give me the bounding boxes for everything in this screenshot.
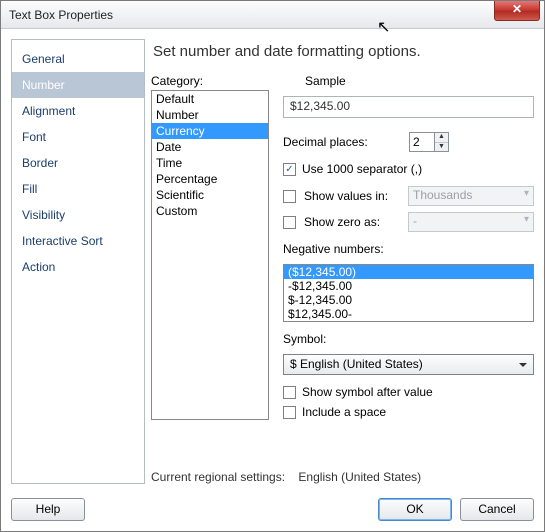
nav-item-alignment[interactable]: Alignment xyxy=(12,98,144,124)
nav-item-font[interactable]: Font xyxy=(12,124,144,150)
show-zero-label: Show zero as: xyxy=(304,215,400,229)
dialog-window: Text Box Properties ✕ ↖ General Number A… xyxy=(0,0,545,532)
options-column: Sample $12,345.00 Decimal places: ▲▼ ✓ U… xyxy=(279,74,534,460)
number-panel: Set number and date formatting options. … xyxy=(151,39,534,484)
nav-item-general[interactable]: General xyxy=(12,46,144,72)
nav-item-border[interactable]: Border xyxy=(12,150,144,176)
regional-row: Current regional settings: English (Unit… xyxy=(151,470,534,484)
include-space-label: Include a space xyxy=(302,405,386,419)
show-zero-select: - xyxy=(408,212,534,232)
show-values-select: Thousands xyxy=(408,186,534,206)
nav-item-interactive-sort[interactable]: Interactive Sort xyxy=(12,228,144,254)
sample-box: $12,345.00 xyxy=(283,96,534,118)
dialog-body: General Number Alignment Font Border Fil… xyxy=(1,29,544,492)
category-listbox[interactable]: Default Number Currency Date Time Percen… xyxy=(151,90,269,420)
ok-button[interactable]: OK xyxy=(378,498,452,521)
show-values-checkbox[interactable] xyxy=(283,190,296,203)
negative-item[interactable]: -$12,345.00 xyxy=(284,279,533,293)
category-column: Category: Default Number Currency Date T… xyxy=(151,74,269,460)
dialog-footer: Help OK Cancel xyxy=(1,492,544,531)
category-item[interactable]: Number xyxy=(152,107,268,123)
category-label: Category: xyxy=(151,74,269,88)
close-button[interactable]: ✕ xyxy=(494,1,540,21)
category-item[interactable]: Scientific xyxy=(152,187,268,203)
include-space-checkbox[interactable] xyxy=(283,406,296,419)
regional-value: English (United States) xyxy=(298,470,421,484)
spinner-buttons[interactable]: ▲▼ xyxy=(435,132,449,152)
symbol-combobox[interactable]: $ English (United States) xyxy=(283,354,534,375)
nav-item-action[interactable]: Action xyxy=(12,254,144,280)
show-values-label: Show values in: xyxy=(304,189,400,203)
help-button[interactable]: Help xyxy=(11,498,85,521)
nav-item-fill[interactable]: Fill xyxy=(12,176,144,202)
symbol-label: Symbol: xyxy=(283,332,534,346)
show-symbol-after-label: Show symbol after value xyxy=(302,385,433,399)
category-item[interactable]: Date xyxy=(152,139,268,155)
nav-item-number[interactable]: Number xyxy=(12,72,144,98)
use-1000-label: Use 1000 separator (,) xyxy=(302,162,422,176)
show-symbol-after-checkbox[interactable] xyxy=(283,386,296,399)
title-bar: Text Box Properties ✕ xyxy=(1,1,544,29)
negative-label: Negative numbers: xyxy=(283,242,534,256)
category-item[interactable]: Percentage xyxy=(152,171,268,187)
negative-item[interactable]: ($12,345.00) xyxy=(284,265,533,279)
category-item[interactable]: Time xyxy=(152,155,268,171)
nav-item-visibility[interactable]: Visibility xyxy=(12,202,144,228)
regional-label: Current regional settings: xyxy=(151,470,285,484)
category-item[interactable]: Default xyxy=(152,91,268,107)
show-zero-checkbox[interactable] xyxy=(283,216,296,229)
negative-listbox[interactable]: ($12,345.00) -$12,345.00 $-12,345.00 $12… xyxy=(283,264,534,322)
use-1000-checkbox[interactable]: ✓ xyxy=(283,163,296,176)
category-item[interactable]: Custom xyxy=(152,203,268,219)
cancel-button[interactable]: Cancel xyxy=(460,498,534,521)
negative-item[interactable]: $-12,345.00 xyxy=(284,293,533,307)
nav-list: General Number Alignment Font Border Fil… xyxy=(11,39,145,484)
decimal-places-spinner[interactable]: ▲▼ xyxy=(409,132,449,152)
category-item[interactable]: Currency xyxy=(152,123,268,139)
decimal-places-input[interactable] xyxy=(409,132,435,152)
panel-heading: Set number and date formatting options. xyxy=(153,43,534,60)
sample-label: Sample xyxy=(305,74,534,88)
window-title: Text Box Properties xyxy=(9,8,113,22)
decimal-places-label: Decimal places: xyxy=(283,135,401,149)
negative-item[interactable]: $12,345.00- xyxy=(284,307,533,321)
